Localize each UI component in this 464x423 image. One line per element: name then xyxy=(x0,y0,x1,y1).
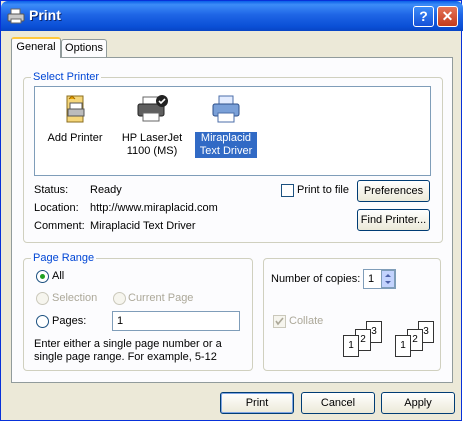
cancel-button[interactable]: Cancel xyxy=(301,392,375,414)
number-of-copies-label: Number of copies: xyxy=(271,273,361,285)
status-label: Status: xyxy=(34,184,69,196)
collate-page: 1 xyxy=(395,335,411,357)
print-dialog: Print ? ✕ General Options Select Printer… xyxy=(0,0,463,421)
printer-item-miraplacid[interactable]: Miraplacid Text Driver xyxy=(195,93,257,158)
add-printer-icon xyxy=(66,95,85,123)
page-range-legend: Page Range xyxy=(31,252,97,264)
printer-label: Add Printer xyxy=(47,132,103,144)
selection-radio xyxy=(36,292,49,305)
printer-icon xyxy=(212,95,240,123)
status-value: Ready xyxy=(90,184,122,196)
all-radio[interactable] xyxy=(36,270,49,283)
printer-item-add-printer[interactable]: Add Printer xyxy=(45,93,105,145)
select-printer-legend: Select Printer xyxy=(31,71,102,83)
tab-general[interactable]: General xyxy=(11,37,61,58)
preferences-button[interactable]: Preferences xyxy=(357,180,430,202)
find-printer-button[interactable]: Find Printer... xyxy=(357,209,430,231)
location-label: Location: xyxy=(34,202,79,214)
close-button[interactable]: ✕ xyxy=(437,6,458,27)
print-button[interactable]: Print xyxy=(220,392,294,414)
printer-list[interactable]: Add Printer HP LaserJet 1100 (MS) Mirapl… xyxy=(34,86,431,176)
printer-item-hp-laserjet[interactable]: HP LaserJet 1100 (MS) xyxy=(117,93,187,158)
pages-input[interactable]: 1 xyxy=(112,311,240,331)
comment-label: Comment: xyxy=(34,220,85,232)
collate-checkbox xyxy=(273,315,286,328)
location-value: http://www.miraplacid.com xyxy=(90,202,218,214)
help-button[interactable]: ? xyxy=(413,6,434,27)
window-title: Print xyxy=(29,7,61,23)
printer-label: Miraplacid Text Driver xyxy=(195,132,257,158)
apply-button[interactable]: Apply xyxy=(381,392,455,414)
spinner-arrows-icon xyxy=(385,274,391,284)
title-bar[interactable]: Print ? ✕ xyxy=(1,1,463,31)
comment-value: Miraplacid Text Driver xyxy=(90,220,196,232)
collate-page: 1 xyxy=(343,335,359,357)
selection-label: Selection xyxy=(52,292,98,304)
laser-printer-icon xyxy=(137,95,168,122)
current-page-label: Current Page xyxy=(128,292,194,304)
check-icon xyxy=(275,317,284,326)
print-to-file-checkbox[interactable] xyxy=(281,184,294,197)
all-label[interactable]: All xyxy=(52,270,64,282)
tab-options[interactable]: Options xyxy=(61,39,107,57)
page-range-help-text: Enter either a single page number or a s… xyxy=(34,338,222,363)
print-to-file-label[interactable]: Print to file xyxy=(297,184,349,196)
pages-label[interactable]: Pages: xyxy=(52,315,86,327)
collate-label: Collate xyxy=(289,315,324,327)
pages-radio[interactable] xyxy=(36,315,49,328)
printer-icon xyxy=(7,8,25,24)
printer-label: HP LaserJet 1100 (MS) xyxy=(121,132,183,157)
current-page-radio xyxy=(113,292,126,305)
copies-spinner[interactable] xyxy=(381,270,395,288)
